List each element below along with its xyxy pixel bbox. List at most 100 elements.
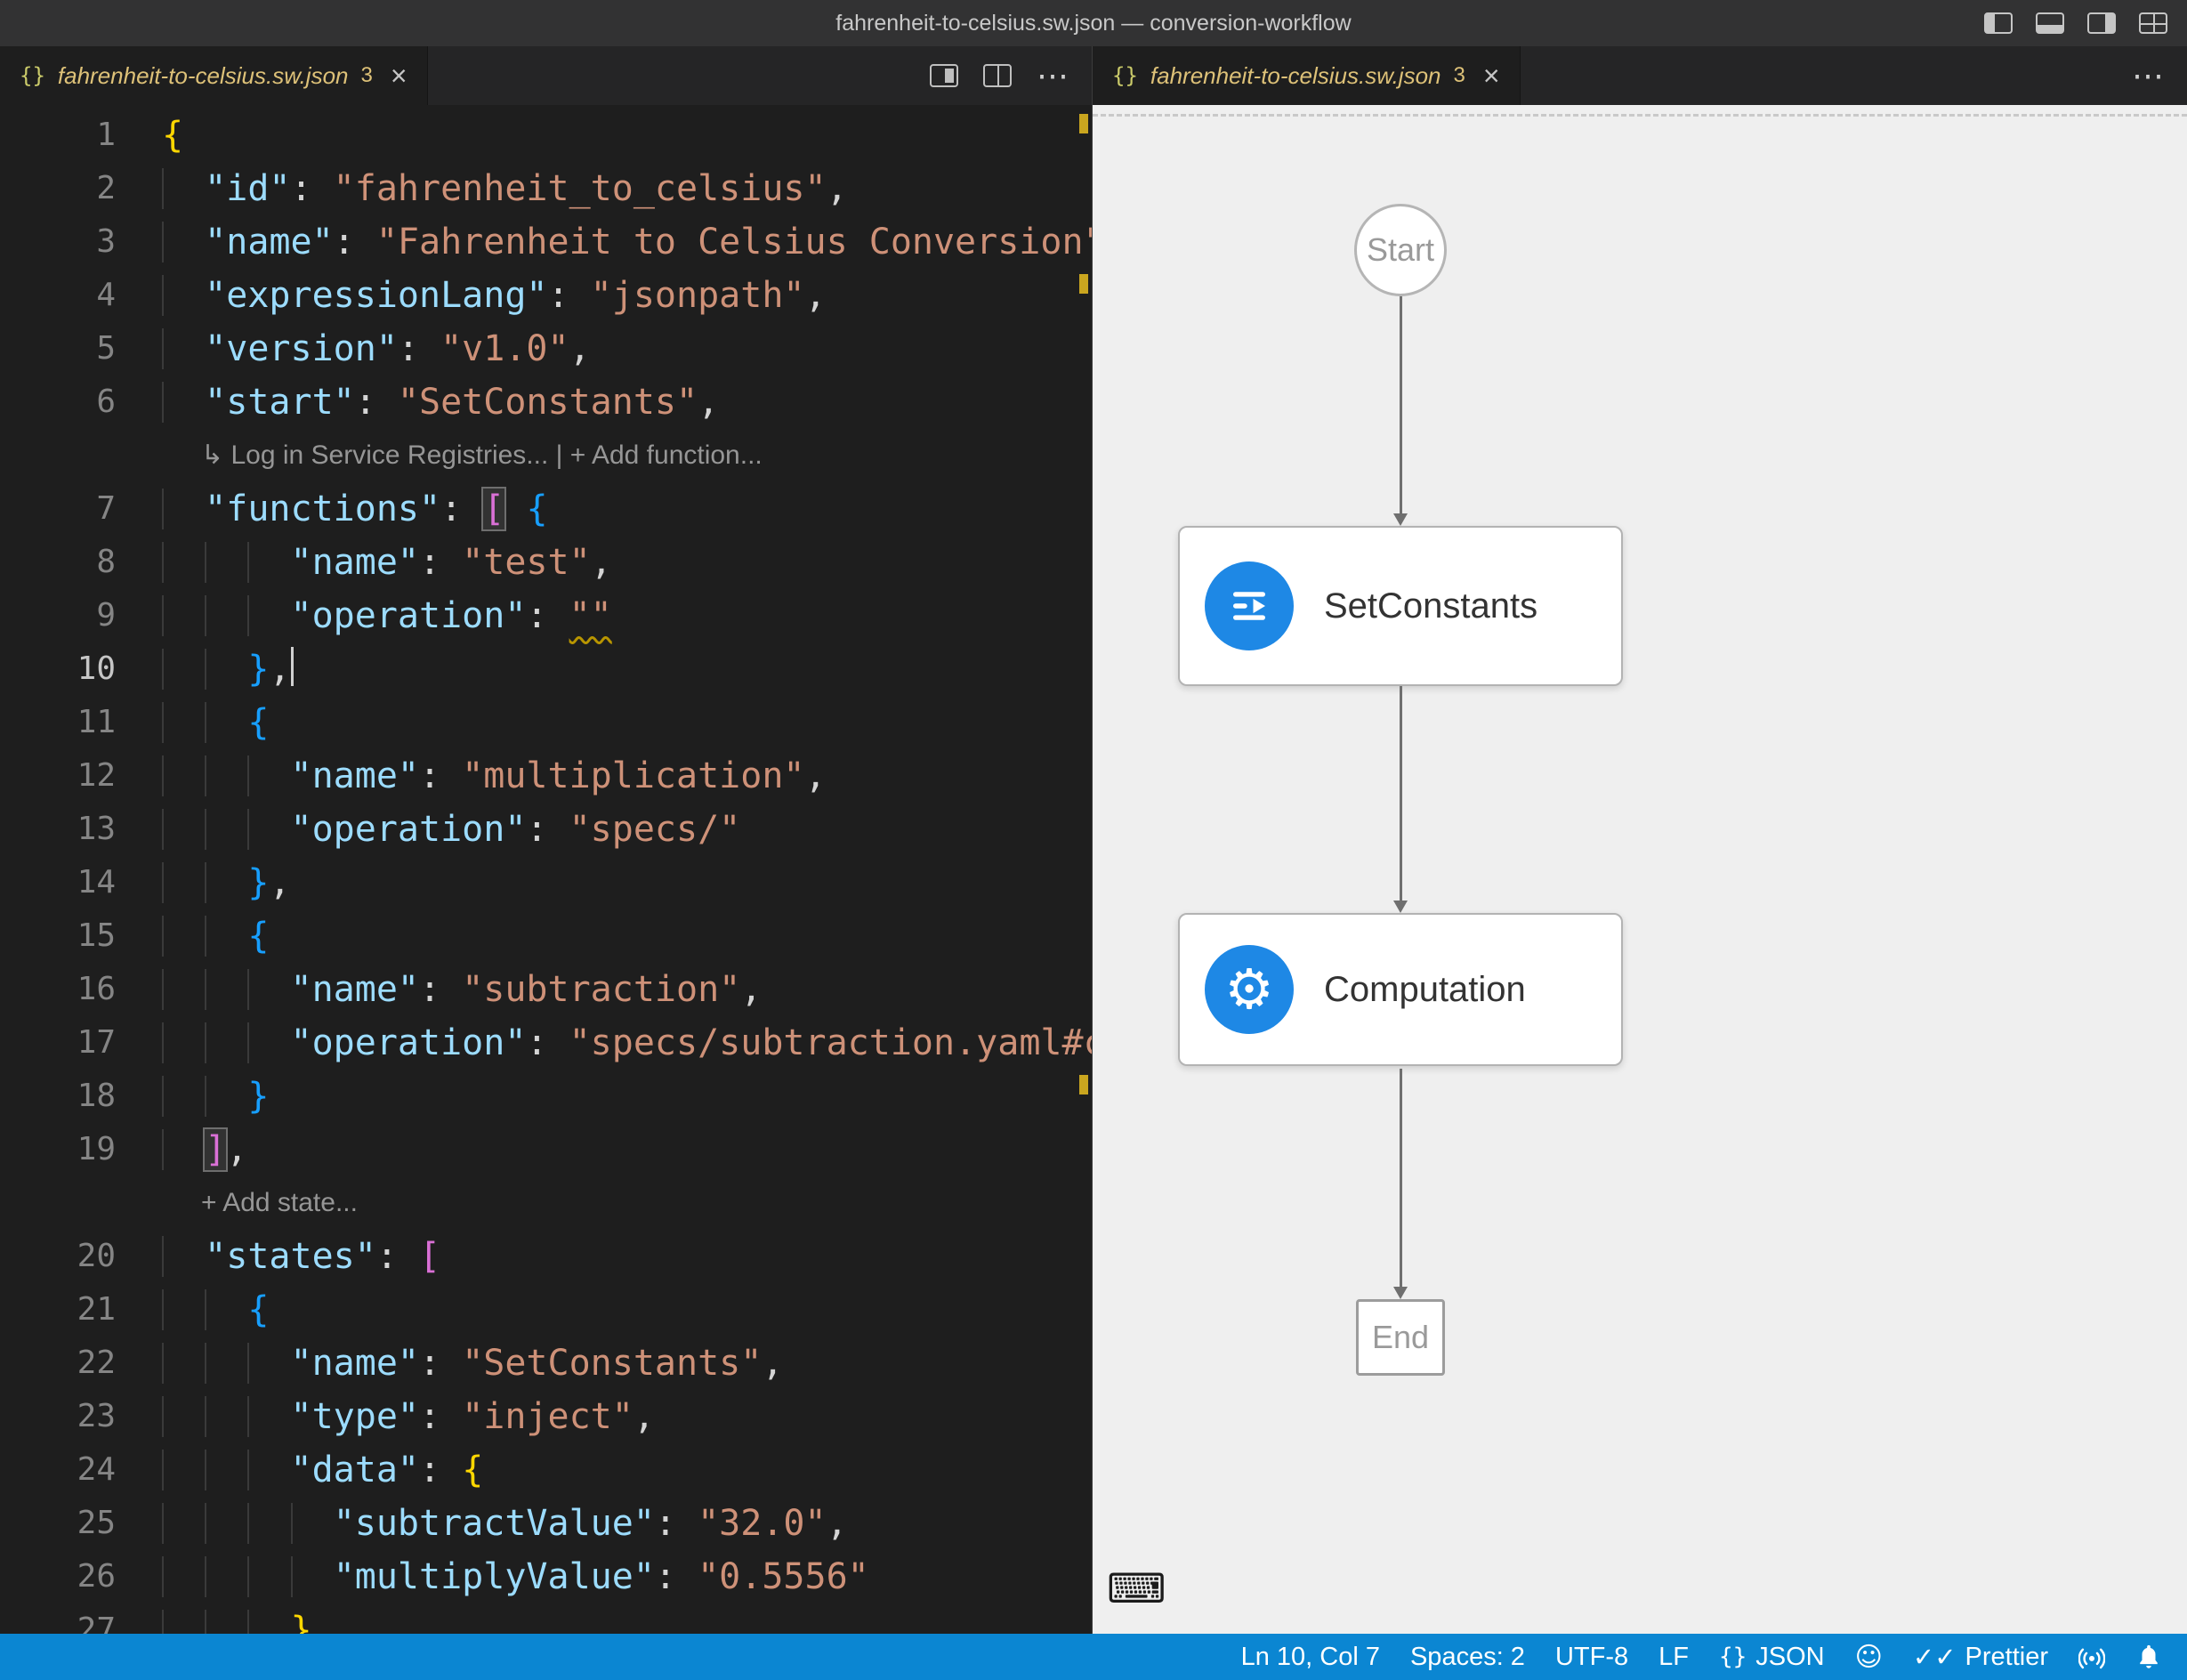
tab-filename: fahrenheit-to-celsius.sw.json [1150, 62, 1441, 90]
code-line[interactable]: 15 { [0, 909, 1092, 963]
editor-area: {} fahrenheit-to-celsius.sw.json 3 × ⋯ 1… [0, 46, 2187, 1634]
line-number: 16 [0, 963, 116, 1016]
code-line[interactable]: 22 "name": "SetConstants", [0, 1337, 1092, 1390]
code-line[interactable]: 14 }, [0, 856, 1092, 909]
code-line[interactable]: 7 "functions": [ { [0, 482, 1092, 536]
codelens-row[interactable]: ↳ Log in Service Registries... | + Add f… [0, 429, 1092, 482]
status-encoding[interactable]: UTF-8 [1555, 1643, 1628, 1672]
line-number: 24 [0, 1443, 116, 1497]
status-eol[interactable]: LF [1658, 1643, 1689, 1672]
line-number: 4 [0, 269, 116, 322]
line-number: 5 [0, 322, 116, 376]
close-tab-icon[interactable]: × [391, 60, 408, 93]
line-number: 13 [0, 803, 116, 856]
overview-ruler-warning-mark [1079, 274, 1088, 294]
split-editor-icon[interactable] [983, 64, 1012, 87]
code-line[interactable]: 23 "type": "inject", [0, 1390, 1092, 1443]
more-actions-icon[interactable]: ⋯ [1037, 64, 1069, 87]
code-line[interactable]: 25 "subtractValue": "32.0", [0, 1497, 1092, 1550]
line-number: 15 [0, 909, 116, 963]
code-line[interactable]: 5 "version": "v1.0", [0, 322, 1092, 376]
node-setconstants[interactable]: SetConstants [1178, 526, 1623, 686]
status-cursor-position[interactable]: Ln 10, Col 7 [1241, 1643, 1380, 1672]
close-tab-icon[interactable]: × [1483, 60, 1500, 93]
line-number: 6 [0, 376, 116, 429]
start-node[interactable]: Start [1354, 204, 1447, 296]
tab-actions: ⋯ [2132, 46, 2187, 105]
overview-ruler-warning-mark [1079, 114, 1088, 133]
line-number: 8 [0, 536, 116, 589]
tab-actions: ⋯ [930, 46, 1092, 105]
open-preview-side-icon[interactable] [930, 64, 958, 87]
check-icon: ✓✓ [1913, 1642, 1957, 1673]
toggle-secondary-sidebar-icon[interactable] [2087, 12, 2116, 34]
problems-badge: 3 [361, 63, 373, 88]
line-number: 2 [0, 162, 116, 215]
code-line[interactable]: 27 }, [0, 1603, 1092, 1634]
toggle-sidebar-icon[interactable] [1984, 12, 2013, 34]
keyboard-icon[interactable]: ⌨ [1107, 1564, 1166, 1612]
line-number [0, 1176, 116, 1230]
code-line[interactable]: 8 "name": "test", [0, 536, 1092, 589]
code-line[interactable]: 4 "expressionLang": "jsonpath", [0, 269, 1092, 322]
line-number: 9 [0, 589, 116, 642]
code-line[interactable]: 19 ], [0, 1123, 1092, 1176]
node-computation[interactable]: ⚙ Computation [1178, 913, 1623, 1066]
code-line[interactable]: 12 "name": "multiplication", [0, 749, 1092, 803]
code-line[interactable]: 1{ [0, 109, 1092, 162]
line-number: 11 [0, 696, 116, 749]
start-node-label: Start [1367, 231, 1434, 269]
more-actions-icon[interactable]: ⋯ [2132, 64, 2164, 87]
code-lines: 1{2 "id": "fahrenheit_to_celsius",3 "nam… [0, 109, 1092, 1634]
code-editor[interactable]: 1{2 "id": "fahrenheit_to_celsius",3 "nam… [0, 105, 1092, 1634]
problems-badge: 3 [1454, 63, 1465, 88]
line-number: 18 [0, 1070, 116, 1123]
code-line[interactable]: 9 "operation": "" [0, 589, 1092, 642]
node-label: SetConstants [1324, 586, 1537, 626]
status-indentation[interactable]: Spaces: 2 [1410, 1643, 1525, 1672]
preview-pane: {} fahrenheit-to-celsius.sw.json 3 × ⋯ S… [1093, 46, 2187, 1634]
json-file-icon: {} [20, 63, 45, 88]
code-line[interactable]: 20 "states": [ [0, 1230, 1092, 1283]
code-line[interactable]: 17 "operation": "specs/subtraction.yaml#… [0, 1016, 1092, 1070]
tab-filename: fahrenheit-to-celsius.sw.json [58, 62, 349, 90]
status-language[interactable]: {} JSON [1719, 1643, 1825, 1672]
edge-setconstants-to-computation [1400, 686, 1402, 901]
codelens-row[interactable]: + Add state... [0, 1176, 1092, 1230]
code-line[interactable]: 21 { [0, 1283, 1092, 1337]
code-line[interactable]: 24 "data": { [0, 1443, 1092, 1497]
toggle-panel-icon[interactable] [2036, 12, 2064, 34]
bell-icon[interactable] [2135, 1644, 2162, 1670]
end-node[interactable]: End [1356, 1299, 1445, 1376]
line-number: 7 [0, 482, 116, 536]
canvas-top-guide [1093, 114, 2187, 117]
line-number: 17 [0, 1016, 116, 1070]
line-number: 10 [0, 642, 116, 696]
workflow-canvas[interactable]: Start SetConstants [1093, 105, 2187, 1634]
feedback-icon[interactable]: ☺ [1855, 1642, 1883, 1673]
tab-json-editor[interactable]: {} fahrenheit-to-celsius.sw.json 3 × [0, 46, 428, 105]
code-line[interactable]: 11 { [0, 696, 1092, 749]
line-number: 3 [0, 215, 116, 269]
inject-icon [1205, 561, 1294, 650]
code-line[interactable]: 3 "name": "Fahrenheit to Celsius Convers… [0, 215, 1092, 269]
broadcast-icon[interactable] [2078, 1644, 2105, 1670]
customize-layout-icon[interactable] [2139, 12, 2167, 34]
code-line[interactable]: 26 "multiplyValue": "0.5556" [0, 1550, 1092, 1603]
node-label: Computation [1324, 970, 1526, 1010]
status-formatter[interactable]: ✓✓ Prettier [1913, 1642, 2048, 1673]
code-line[interactable]: 16 "name": "subtraction", [0, 963, 1092, 1016]
code-line[interactable]: 10 }, [0, 642, 1092, 696]
line-number: 19 [0, 1123, 116, 1176]
line-number: 1 [0, 109, 116, 162]
code-line[interactable]: 18 } [0, 1070, 1092, 1123]
code-pane: {} fahrenheit-to-celsius.sw.json 3 × ⋯ 1… [0, 46, 1093, 1634]
edge-computation-to-end [1400, 1069, 1402, 1287]
tab-workflow-preview[interactable]: {} fahrenheit-to-celsius.sw.json 3 × [1093, 46, 1521, 105]
code-line[interactable]: 2 "id": "fahrenheit_to_celsius", [0, 162, 1092, 215]
line-number: 23 [0, 1390, 116, 1443]
overview-ruler-warning-mark [1079, 1075, 1088, 1094]
line-number [0, 429, 116, 482]
code-line[interactable]: 13 "operation": "specs/" [0, 803, 1092, 856]
code-line[interactable]: 6 "start": "SetConstants", [0, 376, 1092, 429]
